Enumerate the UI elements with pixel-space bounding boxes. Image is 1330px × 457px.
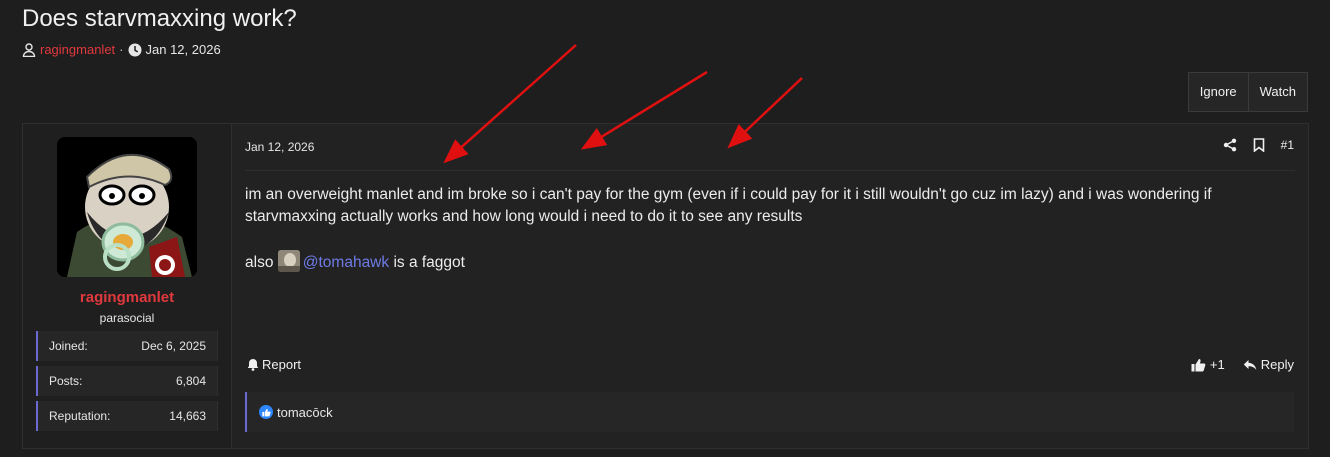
reply-icon [1243, 359, 1257, 371]
bookmark-icon[interactable] [1253, 138, 1265, 152]
reactions-bar[interactable]: tomacōck [245, 392, 1294, 432]
stat-posts: Posts: 6,804 [36, 366, 218, 396]
post-text: im an overweight manlet and im broke so … [245, 186, 1212, 225]
text-also: also [245, 254, 274, 271]
thread-actions: Ignore Watch [1187, 72, 1308, 112]
post-body: im an overweight manlet and im broke so … [245, 184, 1295, 274]
stat-value: 14,663 [169, 409, 206, 423]
post-text-2: also @tomahawk is a faggot [245, 250, 1295, 274]
stat-label: Posts: [49, 374, 83, 388]
clock-icon [128, 43, 142, 57]
post-username[interactable]: ragingmanlet [23, 289, 231, 306]
user-stats: Joined: Dec 6, 2025 Posts: 6,804 Reputat… [36, 331, 218, 436]
page-title: Does starvmaxxing work? [22, 5, 297, 32]
stat-reputation: Reputation: 14,663 [36, 401, 218, 431]
user-title: parasocial [99, 311, 155, 325]
user-icon [22, 42, 36, 57]
mention-avatar[interactable] [277, 250, 300, 272]
meta-separator: · [119, 42, 124, 57]
post: ragingmanlet parasocial Joined: Dec 6, 2… [22, 123, 1309, 449]
report-label: Report [262, 357, 302, 372]
stat-value: Dec 6, 2025 [141, 339, 206, 353]
reply-button[interactable]: Reply [1243, 357, 1294, 372]
watch-button[interactable]: Watch [1247, 73, 1307, 111]
thread-date[interactable]: Jan 12, 2026 [146, 42, 221, 57]
ignore-button[interactable]: Ignore [1189, 73, 1248, 111]
like-button[interactable]: +1 [1191, 357, 1225, 372]
reaction-user[interactable]: tomacōck [277, 405, 333, 420]
mention-link[interactable]: @tomahawk [303, 254, 389, 271]
stat-label: Reputation: [49, 409, 111, 423]
bell-icon [247, 358, 259, 371]
post-date[interactable]: Jan 12, 2026 [245, 140, 314, 154]
thread-author-link[interactable]: ragingmanlet [40, 42, 115, 57]
text-suffix: is a faggot [393, 254, 465, 271]
share-icon[interactable] [1223, 138, 1237, 152]
post-tools: #1 [1223, 138, 1294, 152]
post-user-cell: ragingmanlet parasocial Joined: Dec 6, 2… [23, 124, 232, 448]
reply-label: Reply [1260, 357, 1294, 372]
post-actions: +1 Reply [1191, 357, 1294, 372]
stat-value[interactable]: 6,804 [176, 374, 206, 388]
message-cell: Jan 12, 2026 #1 im an overweight manlet … [232, 124, 1308, 448]
thumbs-up-icon [1191, 358, 1206, 372]
divider [245, 170, 1295, 171]
post-number-link[interactable]: #1 [1281, 138, 1294, 152]
like-count: +1 [1209, 357, 1225, 372]
stat-joined: Joined: Dec 6, 2025 [36, 331, 218, 361]
stat-label: Joined: [49, 339, 88, 353]
report-button[interactable]: Report [247, 357, 301, 372]
thread-page: Does starvmaxxing work? ragingmanlet · J… [0, 0, 1330, 457]
thread-meta: ragingmanlet · Jan 12, 2026 [22, 42, 221, 57]
avatar[interactable] [57, 137, 197, 277]
like-reaction-icon [259, 405, 273, 419]
